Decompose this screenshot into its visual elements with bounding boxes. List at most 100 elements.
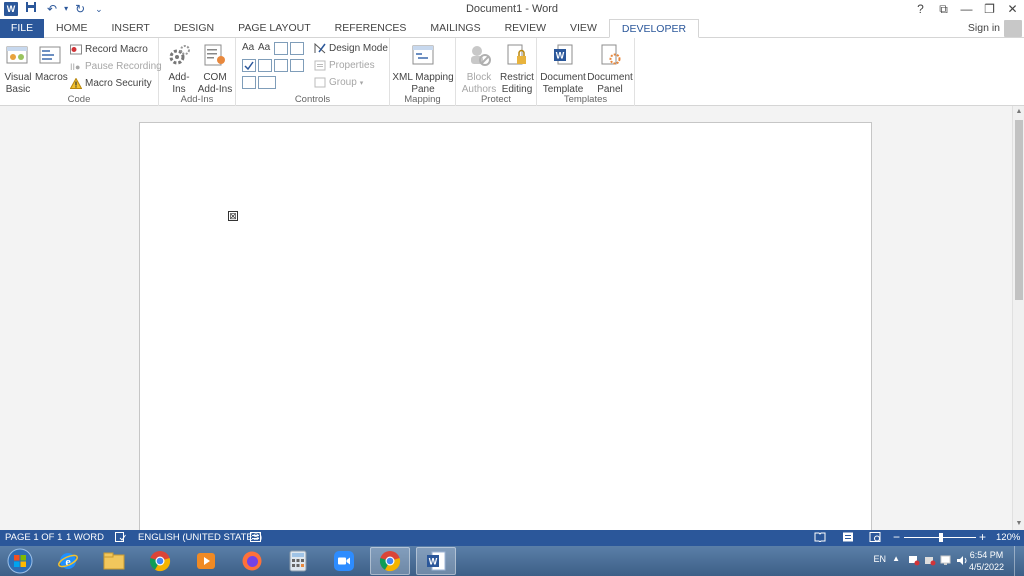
tab-page-layout[interactable]: PAGE LAYOUT bbox=[226, 19, 323, 38]
check-box-content-control-instance[interactable]: ⊠ bbox=[228, 211, 238, 221]
record-macro-icon bbox=[70, 44, 82, 55]
properties-button[interactable]: Properties bbox=[314, 58, 375, 73]
scroll-down-icon[interactable]: ▼ bbox=[1013, 518, 1024, 530]
combo-box-content-control[interactable] bbox=[258, 59, 272, 72]
document-template-button[interactable]: W Document Template bbox=[540, 41, 586, 96]
lock-document-icon bbox=[503, 41, 531, 69]
add-ins-button[interactable]: Add-Ins bbox=[162, 41, 196, 96]
volume-icon[interactable] bbox=[956, 555, 968, 568]
code-group-label: Code bbox=[67, 94, 91, 105]
tab-home[interactable]: HOME bbox=[44, 19, 100, 38]
block-authors-button[interactable]: Block Authors bbox=[460, 41, 498, 96]
com-add-ins-icon bbox=[201, 41, 229, 69]
zoom-in-button[interactable]: + bbox=[979, 530, 986, 544]
pause-recording-button[interactable]: II● Pause Recording bbox=[70, 59, 162, 74]
scroll-up-icon[interactable]: ▲ bbox=[1013, 106, 1024, 118]
scrollbar-thumb[interactable] bbox=[1015, 120, 1023, 300]
show-desktop-button[interactable] bbox=[1014, 546, 1024, 576]
file-explorer-icon[interactable] bbox=[94, 547, 134, 575]
window-title: Document1 - Word bbox=[465, 3, 559, 15]
ribbon-tabs: FILE HOME INSERT DESIGN PAGE LAYOUT REFE… bbox=[0, 19, 1024, 38]
xml-mapping-icon bbox=[409, 41, 437, 69]
sign-in-link[interactable]: Sign in bbox=[968, 22, 1000, 34]
chrome-icon-2[interactable] bbox=[370, 547, 410, 575]
warning-icon bbox=[70, 78, 82, 89]
record-macro-button[interactable]: Record Macro bbox=[70, 42, 148, 57]
word-app-icon[interactable]: W bbox=[416, 547, 456, 575]
visual-basic-button[interactable]: Visual Basic bbox=[2, 41, 34, 96]
battery-icon[interactable] bbox=[924, 555, 936, 568]
media-player-icon[interactable] bbox=[186, 547, 226, 575]
document-page[interactable]: ⊠ bbox=[139, 122, 872, 542]
xml-mapping-pane-button[interactable]: XML Mapping Pane bbox=[392, 41, 454, 96]
tab-review[interactable]: REVIEW bbox=[493, 19, 558, 38]
clock-date: 4/5/2022 bbox=[968, 562, 1004, 572]
clock[interactable]: 6:54 PM 4/5/2022 bbox=[969, 549, 1004, 573]
internet-explorer-icon[interactable]: e bbox=[48, 547, 88, 575]
group-icon bbox=[314, 77, 326, 88]
action-center-icon[interactable] bbox=[908, 555, 920, 568]
mapping-group-label: Mapping bbox=[404, 94, 441, 105]
web-layout-icon[interactable] bbox=[869, 532, 881, 545]
zoom-app-icon[interactable] bbox=[324, 547, 364, 575]
building-block-content-control[interactable] bbox=[290, 42, 304, 55]
firefox-icon[interactable] bbox=[232, 547, 272, 575]
plain-text-content-control[interactable]: Aa bbox=[258, 42, 270, 53]
maximize-button[interactable]: ❐ bbox=[978, 0, 1001, 18]
calculator-icon[interactable] bbox=[278, 547, 318, 575]
legacy-tools-button[interactable] bbox=[258, 76, 276, 89]
zoom-level[interactable]: 120% bbox=[996, 532, 1020, 543]
minimize-button[interactable]: — bbox=[955, 0, 978, 18]
document-panel-button[interactable]: Document Panel bbox=[587, 41, 633, 96]
zoom-out-button[interactable]: − bbox=[893, 530, 900, 544]
tab-design[interactable]: DESIGN bbox=[162, 19, 226, 38]
read-mode-icon[interactable] bbox=[814, 532, 826, 545]
network-icon[interactable] bbox=[940, 555, 952, 568]
svg-text:W: W bbox=[429, 557, 438, 567]
rich-text-content-control[interactable]: Aa bbox=[242, 42, 254, 53]
language-indicator[interactable]: ENGLISH (UNITED STATES) bbox=[138, 532, 262, 543]
close-button[interactable]: ✕ bbox=[1001, 0, 1024, 18]
chrome-icon[interactable] bbox=[140, 547, 180, 575]
protect-group: Block Authors Restrict Editing Protect bbox=[456, 38, 537, 106]
avatar[interactable] bbox=[1004, 20, 1022, 37]
tab-references[interactable]: REFERENCES bbox=[323, 19, 419, 38]
macros-button[interactable]: Macros bbox=[35, 41, 68, 84]
zoom-slider-thumb[interactable] bbox=[939, 533, 943, 542]
tab-insert[interactable]: INSERT bbox=[100, 19, 162, 38]
help-button[interactable]: ? bbox=[909, 0, 932, 18]
print-layout-icon[interactable] bbox=[842, 532, 854, 545]
chevron-down-icon: ▾ bbox=[359, 79, 364, 87]
ribbon-display-options-button[interactable]: ⧉ bbox=[932, 0, 955, 18]
macro-security-button[interactable]: Macro Security bbox=[70, 76, 152, 91]
group-button[interactable]: Group ▾ bbox=[314, 75, 363, 90]
page-count[interactable]: PAGE 1 OF 1 bbox=[5, 532, 62, 543]
tab-developer[interactable]: DEVELOPER bbox=[608, 19, 700, 38]
status-bar: PAGE 1 OF 1 1 WORD ENGLISH (UNITED STATE… bbox=[0, 530, 1024, 546]
drop-down-list-content-control[interactable] bbox=[274, 59, 288, 72]
design-mode-button[interactable]: Design Mode bbox=[314, 41, 388, 56]
proofing-icon[interactable] bbox=[115, 532, 126, 545]
macro-recording-icon[interactable] bbox=[250, 532, 261, 545]
block-authors-icon bbox=[465, 41, 493, 69]
vertical-scrollbar[interactable]: ▲ ▼ bbox=[1012, 106, 1024, 530]
tab-mailings[interactable]: MAILINGS bbox=[418, 19, 492, 38]
tab-view[interactable]: VIEW bbox=[558, 19, 609, 38]
show-hidden-icons-icon[interactable]: ▲ bbox=[892, 554, 900, 563]
ribbon: Visual Basic Macros Record Macro II● Pau… bbox=[0, 38, 1024, 144]
com-add-ins-button[interactable]: COM Add-Ins bbox=[197, 41, 233, 96]
picture-content-control[interactable] bbox=[274, 42, 288, 55]
add-ins-group: Add-Ins COM Add-Ins Add-Ins bbox=[159, 38, 236, 106]
repeating-section-content-control[interactable] bbox=[242, 76, 256, 89]
start-button[interactable] bbox=[0, 547, 40, 575]
pause-icon: II● bbox=[70, 61, 81, 72]
restrict-editing-button[interactable]: Restrict Editing bbox=[499, 41, 535, 96]
mapping-group: XML Mapping Pane Mapping bbox=[390, 38, 456, 106]
tab-file[interactable]: FILE bbox=[0, 19, 44, 38]
input-language[interactable]: EN bbox=[873, 554, 886, 564]
templates-group-label: Templates bbox=[563, 94, 608, 105]
date-picker-content-control[interactable] bbox=[290, 59, 304, 72]
word-count[interactable]: 1 WORD bbox=[66, 532, 104, 543]
document-panel-icon bbox=[596, 41, 624, 69]
check-box-content-control[interactable] bbox=[242, 59, 256, 72]
